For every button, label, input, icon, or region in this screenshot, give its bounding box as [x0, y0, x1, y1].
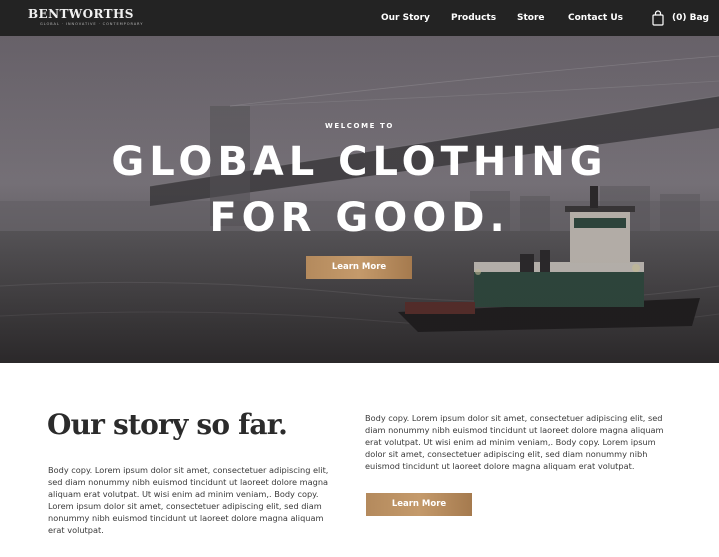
story-heading: Our story so far.: [47, 408, 288, 441]
brand-tagline: GLOBAL · INNOVATIVE · CONTEMPORARY: [40, 22, 144, 26]
brand-logo[interactable]: BENTWORTHS GLOBAL · INNOVATIVE · CONTEMP…: [28, 7, 143, 27]
nav-link-contact-us[interactable]: Contact Us: [568, 12, 623, 24]
hero-title: GLOBAL CLOTHING FOR GOOD.: [0, 134, 719, 246]
bag-count-label: (0) Bag: [672, 13, 709, 23]
story-right-body-copy: Body copy. Lorem ipsum dolor sit amet, c…: [365, 413, 664, 471]
hero-kicker: WELCOME TO: [325, 122, 394, 130]
hero-banner: WELCOME TO GLOBAL CLOTHING FOR GOOD. Lea…: [0, 36, 719, 363]
story-learn-more-button[interactable]: Learn More: [366, 493, 472, 516]
nav-link-store[interactable]: Store: [517, 12, 545, 24]
nav-link-our-story[interactable]: Our Story: [381, 12, 430, 24]
shopping-bag-button[interactable]: (0) Bag: [652, 10, 709, 26]
story-left-body-copy: Body copy. Lorem ipsum dolor sit amet, c…: [48, 465, 329, 535]
shopping-bag-icon: [652, 10, 664, 26]
brand-name: BENTWORTHS: [28, 7, 134, 21]
hero-title-line-1: GLOBAL CLOTHING: [111, 139, 608, 185]
hero-learn-more-button[interactable]: Learn More: [306, 256, 412, 279]
top-navigation-bar: BENTWORTHS GLOBAL · INNOVATIVE · CONTEMP…: [0, 0, 719, 36]
hero-title-line-2: FOR GOOD.: [209, 195, 510, 241]
nav-link-products[interactable]: Products: [451, 12, 496, 24]
